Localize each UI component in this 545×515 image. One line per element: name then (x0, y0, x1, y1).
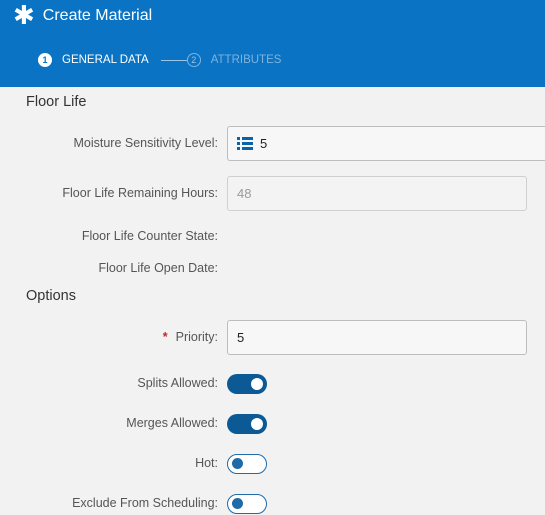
required-marker: * (162, 330, 168, 344)
msl-label: Moisture Sensitivity Level: (73, 136, 218, 150)
priority-label: Priority: (175, 330, 218, 344)
step-2-label[interactable]: ATTRIBUTES (211, 54, 282, 66)
step-1-label[interactable]: GENERAL DATA (62, 54, 149, 66)
title-row: ✱ Create Material (13, 1, 153, 31)
remaining-hours-field: 48 (227, 176, 527, 211)
step-connector (160, 59, 187, 61)
step-1-number[interactable]: 1 (38, 53, 52, 67)
exclude-label: Exclude From Scheduling: (72, 496, 218, 510)
toggle-knob (232, 498, 243, 509)
exclude-toggle[interactable] (227, 494, 267, 514)
remaining-hours-value: 48 (237, 186, 252, 201)
asterisk-icon: ✱ (13, 1, 35, 31)
hot-toggle[interactable] (227, 454, 267, 474)
msl-value: 5 (260, 136, 268, 151)
splits-toggle[interactable] (227, 374, 267, 394)
priority-input[interactable]: 5 (227, 320, 527, 355)
counter-state-label: Floor Life Counter State: (81, 229, 218, 243)
msl-field[interactable]: 5 (227, 126, 545, 161)
options-section-title: Options (26, 288, 76, 304)
merges-toggle[interactable] (227, 414, 267, 434)
list-icon (237, 137, 253, 150)
toggle-knob (251, 418, 263, 430)
priority-label-row: * Priority: (163, 330, 218, 344)
step-2-number[interactable]: 2 (186, 53, 201, 67)
priority-value: 5 (237, 330, 245, 345)
header-bar: ✱ Create Material 1 GENERAL DATA 2 ATTRI… (0, 0, 545, 87)
page-title: Create Material (42, 7, 153, 24)
toggle-knob (251, 378, 263, 390)
floor-life-section-title: Floor Life (26, 94, 87, 110)
toggle-knob (232, 458, 243, 469)
splits-label: Splits Allowed: (137, 376, 218, 390)
merges-label: Merges Allowed: (126, 416, 218, 430)
remaining-hours-label: Floor Life Remaining Hours: (62, 186, 218, 200)
hot-label: Hot: (195, 456, 218, 470)
open-date-label: Floor Life Open Date: (98, 261, 218, 275)
wizard-steps: 1 GENERAL DATA 2 ATTRIBUTES (38, 52, 281, 68)
